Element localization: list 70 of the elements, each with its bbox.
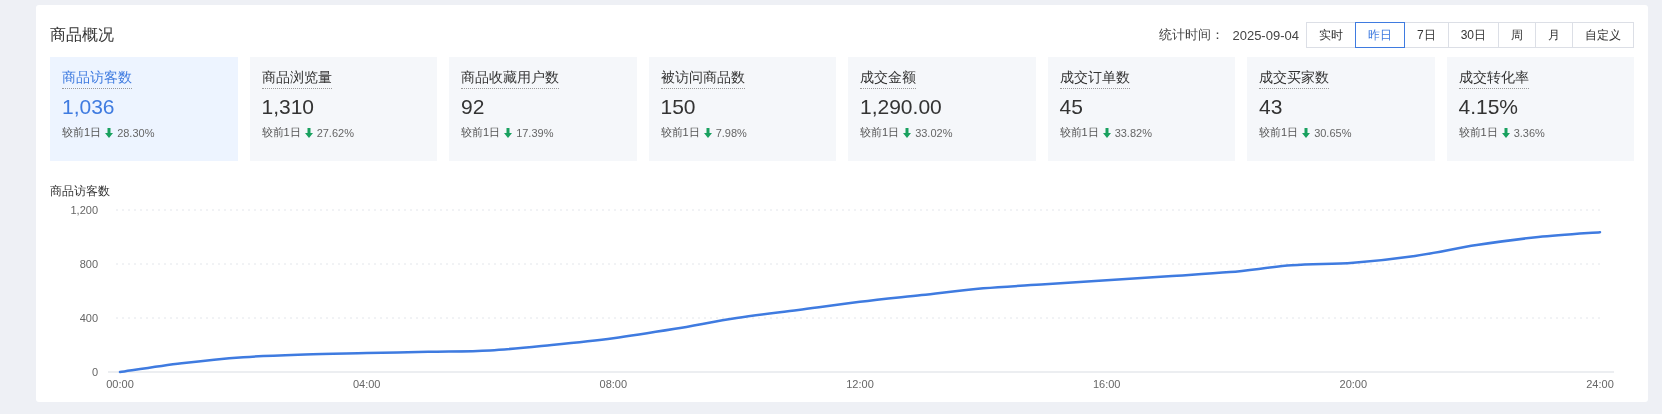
down-arrow-icon [504, 127, 513, 138]
metric-value: 45 [1059, 95, 1083, 119]
x-axis-label: 24:00 [1586, 378, 1614, 390]
compare-label: 较前1日 [1458, 125, 1498, 140]
compare-label: 较前1日 [62, 125, 102, 140]
change-percent: 33.82% [1114, 126, 1152, 139]
compare-label: 较前1日 [1059, 125, 1099, 140]
metric-value: 4.15% [1458, 95, 1519, 119]
x-axis-label: 08:00 [599, 378, 628, 390]
y-axis-label: 400 [79, 312, 98, 324]
x-axis-label: 12:00 [846, 378, 874, 390]
range-tab[interactable]: 自定义 [1572, 22, 1634, 48]
compare-label: 较前1日 [1259, 125, 1299, 140]
change-percent: 7.98% [715, 126, 747, 139]
panel-title: 商品概况 [50, 24, 114, 45]
metric-value: 1,310 [261, 95, 315, 119]
metric-name: 商品访客数 [62, 69, 132, 89]
metric-card[interactable]: 商品收藏用户数 92 较前1日 17.39% [449, 57, 637, 161]
y-axis-label: 1,200 [70, 204, 98, 216]
change-percent: 17.39% [516, 126, 554, 139]
stat-time-label: 统计时间： [1159, 26, 1225, 44]
stat-date: 2025-09-04 [1232, 27, 1299, 43]
down-arrow-icon [903, 127, 912, 138]
metric-value: 43 [1259, 95, 1283, 119]
x-axis-label: 04:00 [352, 378, 381, 390]
compare-label: 较前1日 [461, 125, 501, 140]
metric-name: 成交买家数 [1259, 69, 1329, 89]
down-arrow-icon [304, 127, 313, 138]
metric-value: 1,290.00 [860, 95, 942, 119]
metric-card[interactable]: 成交金额 1,290.00 较前1日 33.02% [848, 57, 1036, 161]
down-arrow-icon [1501, 127, 1510, 138]
down-arrow-icon [1102, 127, 1111, 138]
metric-name: 商品浏览量 [261, 69, 332, 89]
metric-card[interactable]: 被访问商品数 150 较前1日 7.98% [648, 57, 836, 161]
compare-label: 较前1日 [860, 125, 900, 140]
metric-name: 商品收藏用户数 [461, 69, 559, 89]
change-percent: 33.02% [915, 126, 953, 139]
x-axis-label: 00:00 [106, 378, 134, 390]
range-tab[interactable]: 实时 [1305, 22, 1356, 48]
range-tab[interactable]: 周 [1498, 22, 1536, 48]
compare-label: 较前1日 [660, 125, 700, 140]
change-percent: 30.65% [1314, 126, 1352, 139]
change-percent: 3.36% [1513, 126, 1545, 139]
down-arrow-icon [703, 127, 712, 138]
y-axis-label: 0 [91, 366, 98, 378]
metric-card[interactable]: 成交买家数 43 较前1日 30.65% [1247, 57, 1435, 161]
x-axis-label: 20:00 [1339, 378, 1368, 390]
compare-label: 较前1日 [261, 125, 301, 140]
metric-name: 被访问商品数 [660, 69, 745, 89]
metric-name: 成交金额 [860, 69, 916, 89]
range-tab[interactable]: 月 [1535, 22, 1573, 48]
range-tab[interactable]: 昨日 [1354, 22, 1405, 48]
range-tab[interactable]: 30日 [1447, 22, 1499, 48]
metric-card[interactable]: 商品浏览量 1,310 较前1日 27.62% [249, 57, 437, 161]
y-axis-label: 800 [79, 258, 98, 270]
range-tab[interactable]: 7日 [1403, 22, 1449, 48]
metric-value: 1,036 [62, 95, 115, 119]
down-arrow-icon [105, 127, 114, 138]
metric-value: 92 [461, 95, 485, 119]
metric-name: 成交订单数 [1059, 69, 1130, 89]
metric-card[interactable]: 成交订单数 45 较前1日 33.82% [1047, 57, 1235, 161]
chart-title: 商品访客数 [50, 183, 111, 200]
metric-name: 成交转化率 [1458, 69, 1529, 89]
change-percent: 27.62% [316, 126, 354, 139]
x-axis-label: 16:00 [1092, 378, 1121, 390]
metric-card[interactable]: 商品访客数 1,036 较前1日 28.30% [50, 57, 238, 161]
metric-value: 150 [660, 95, 696, 119]
change-percent: 28.30% [117, 126, 155, 139]
down-arrow-icon [1302, 127, 1311, 138]
metric-card[interactable]: 成交转化率 4.15% 较前1日 3.36% [1446, 57, 1634, 161]
